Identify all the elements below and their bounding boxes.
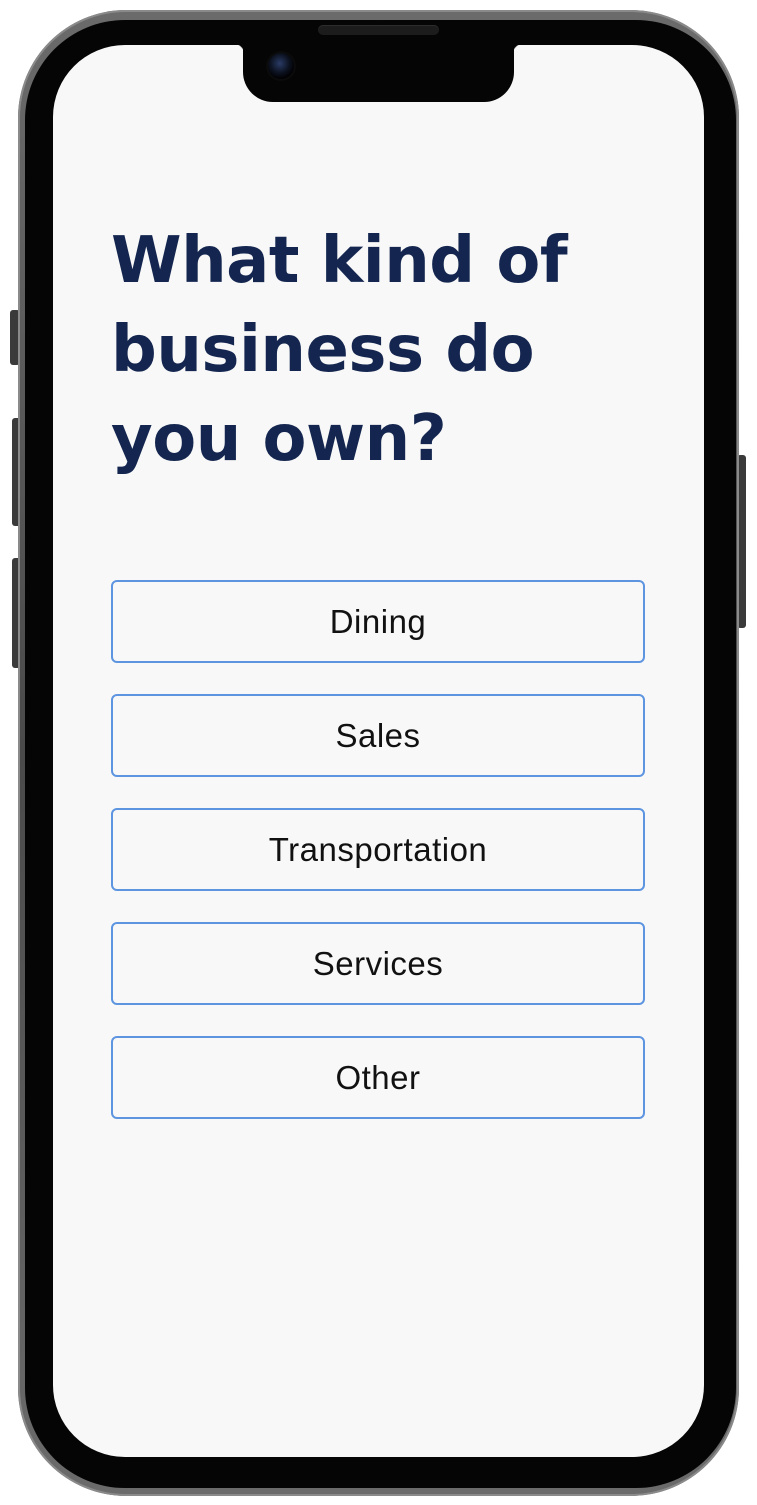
phone-screen: What kind of business do you own? Dining…	[53, 45, 704, 1457]
option-transportation-button[interactable]: Transportation	[111, 808, 645, 891]
front-camera-icon	[268, 53, 294, 79]
option-other-button[interactable]: Other	[111, 1036, 645, 1119]
question-title: What kind of business do you own?	[111, 224, 568, 476]
phone-mockup: What kind of business do you own? Dining…	[0, 0, 757, 1505]
option-sales-button[interactable]: Sales	[111, 694, 645, 777]
options-list: Dining Sales Transportation Services Oth…	[111, 580, 645, 1150]
speaker-grille	[318, 25, 439, 35]
option-dining-button[interactable]: Dining	[111, 580, 645, 663]
option-services-button[interactable]: Services	[111, 922, 645, 1005]
